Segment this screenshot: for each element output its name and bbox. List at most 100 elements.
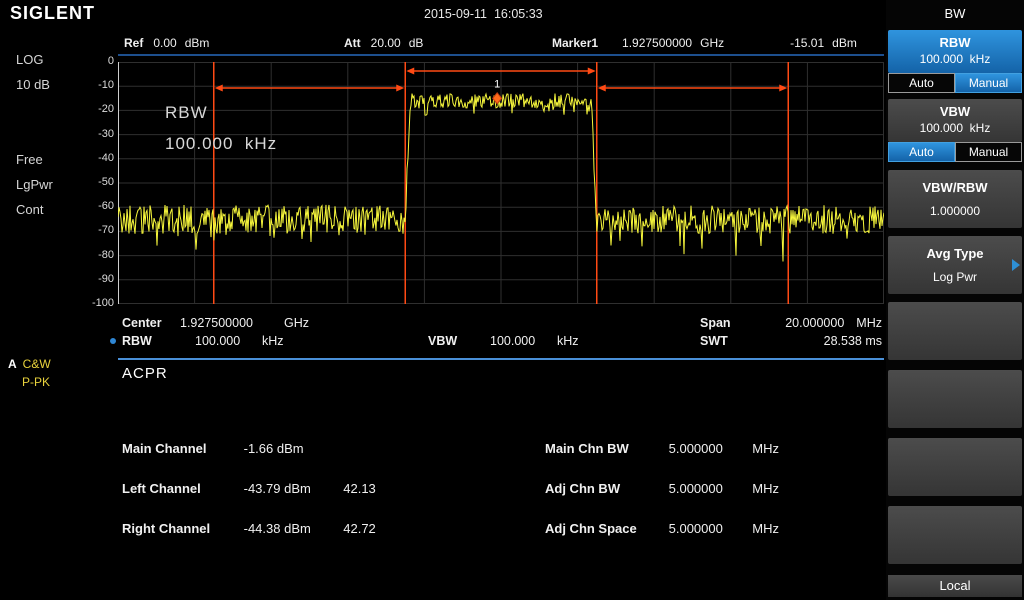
y-tick-label: -40 (82, 152, 114, 164)
acpr-row-label: Right Channel (122, 521, 240, 536)
arrowhead-right (779, 85, 787, 92)
arrowhead-right (396, 85, 404, 92)
att-value: 20.00 (371, 36, 401, 50)
rbw-auto-option[interactable]: Auto (888, 73, 955, 93)
y-tick-label: -100 (82, 297, 114, 309)
trace-active-dot (110, 338, 116, 344)
acpr-row-unit: MHz (752, 441, 779, 456)
span-readout: Span 20.000000 MHz (700, 316, 882, 330)
detector-indicator: P-PK (22, 375, 50, 389)
acpr-row-unit: MHz (752, 521, 779, 536)
softkey-vbw-rbw-value: 1.000000 (888, 204, 1022, 218)
trace-letter: A (8, 357, 17, 371)
softkey-rbw-label: RBW (888, 35, 1022, 50)
softkey-blank-3 (888, 438, 1022, 496)
marker-frequency-unit: GHz (700, 36, 724, 50)
vbw-manual-option[interactable]: Manual (955, 142, 1022, 162)
marker-symbol: 1 (493, 78, 502, 104)
acpr-row-label: Adj Chn Space (545, 521, 665, 536)
acpr-adj-space-row: Adj Chn Space 5.000000 MHz (545, 521, 779, 536)
acpr-row-value: -43.79 dBm (244, 481, 340, 496)
arrowhead-left (406, 68, 414, 75)
vbw-unit: kHz (557, 334, 579, 348)
trace-settings-bar: Ref 0.00 dBm Att 20.00 dB Marker1 1.927500000… (118, 36, 884, 52)
acpr-row-unit: MHz (752, 481, 779, 496)
spectrum-display: 1 (118, 62, 884, 304)
rbw-overlay-value: 100.000 kHz (165, 134, 277, 154)
acpr-main-bw-row: Main Chn BW 5.000000 MHz (545, 441, 779, 456)
center-label: Center (122, 316, 180, 330)
softkey-rbw[interactable]: RBW 100.000 kHz (888, 30, 1022, 73)
vbw-auto-manual-toggle: Auto Manual (888, 142, 1022, 162)
acpr-row-value: -1.66 dBm (244, 441, 340, 456)
span-unit: MHz (856, 316, 882, 330)
attenuation-readout: Att 20.00 dB (344, 36, 423, 50)
rbw-manual-option[interactable]: Manual (955, 73, 1022, 93)
annunciator-avg-mode: LgPwr (16, 177, 53, 192)
y-tick-label: -90 (82, 273, 114, 285)
center-frequency-readout: Center 1.927500000 GHz (122, 316, 309, 330)
acpr-title: ACPR (122, 365, 168, 382)
acpr-left-channel-row: Left Channel -43.79 dBm 42.13 (122, 481, 376, 496)
span-value: 20.000000 (785, 316, 844, 330)
softkey-avg-type-label: Avg Type (888, 246, 1022, 261)
marker-number-label: 1 (494, 78, 500, 90)
marker-readout: Marker1 1.927500000 GHz -15.01 dBm (552, 36, 857, 50)
swt-label: SWT (700, 334, 728, 348)
y-tick-label: -50 (82, 176, 114, 188)
softkey-vbw-rbw-ratio[interactable]: VBW/RBW 1.000000 (888, 170, 1022, 228)
y-tick-label: -60 (82, 200, 114, 212)
y-tick-label: -10 (82, 79, 114, 91)
acpr-separator-line (118, 358, 884, 360)
softkey-blank-2 (888, 370, 1022, 428)
acpr-row-ratio: 42.72 (343, 521, 376, 536)
softkey-blank-1 (888, 302, 1022, 360)
softkey-vbw[interactable]: VBW 100.000 kHz (888, 99, 1022, 142)
ref-value: 0.00 (153, 36, 176, 50)
marker-amplitude: -15.01 (790, 36, 824, 50)
y-tick-label: -80 (82, 249, 114, 261)
vbw-label: VBW (428, 334, 490, 348)
acpr-main-channel-row: Main Channel -1.66 dBm (122, 441, 340, 456)
acpr-row-label: Main Chn BW (545, 441, 665, 456)
att-unit: dB (409, 36, 424, 50)
acpr-row-label: Main Channel (122, 441, 240, 456)
vbw-auto-option[interactable]: Auto (888, 142, 955, 162)
att-label: Att (344, 36, 361, 50)
acpr-row-value: 5.000000 (669, 441, 749, 456)
annunciator-scale-type: LOG (16, 52, 43, 67)
trace-type: C&W (23, 357, 51, 371)
span-label: Span (700, 316, 731, 330)
softkey-avg-type[interactable]: Avg Type Log Pwr (888, 236, 1022, 294)
arrowhead-left (598, 85, 606, 92)
center-value: 1.927500000 (180, 316, 284, 330)
trace-indicator: A C&W (8, 357, 51, 371)
softkey-blank-4 (888, 506, 1022, 564)
brand-logo: SIGLENT (10, 3, 95, 24)
acpr-row-value: -44.38 dBm (244, 521, 340, 536)
marker-amplitude-unit: dBm (832, 36, 857, 50)
y-tick-label: -30 (82, 128, 114, 140)
softkey-rbw-value: 100.000 kHz (888, 52, 1022, 66)
y-tick-label: 0 (82, 55, 114, 67)
vbw-readout: VBW 100.000 kHz (428, 334, 579, 348)
rbw-unit: kHz (262, 334, 284, 348)
local-button[interactable]: Local (888, 575, 1022, 597)
softkey-vbw-label: VBW (888, 104, 1022, 119)
arrowhead-left (215, 85, 223, 92)
acpr-row-value: 5.000000 (669, 481, 749, 496)
ref-label: Ref (124, 36, 143, 50)
marker-frequency: 1.927500000 (622, 36, 692, 50)
acpr-row-ratio: 42.13 (343, 481, 376, 496)
softkey-avg-type-value: Log Pwr (888, 270, 1022, 284)
menu-title: BW (886, 0, 1024, 28)
ref-level-readout: Ref 0.00 dBm (124, 36, 209, 50)
y-tick-label: -20 (82, 103, 114, 115)
vbw-value: 100.000 (490, 334, 557, 348)
ref-unit: dBm (185, 36, 210, 50)
submenu-arrow-icon (1012, 259, 1020, 271)
marker-name: Marker1 (552, 36, 598, 50)
marker-diamond-icon (493, 93, 502, 104)
rbw-label: RBW (122, 334, 195, 348)
acpr-adj-bw-row: Adj Chn BW 5.000000 MHz (545, 481, 779, 496)
